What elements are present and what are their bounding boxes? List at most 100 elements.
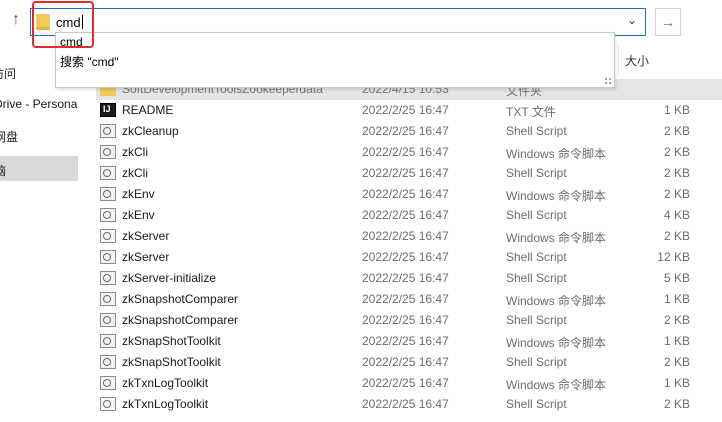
file-date: 2022/2/25 16:47 xyxy=(362,313,449,327)
file-name: zkServer xyxy=(122,250,170,264)
file-name: zkCli xyxy=(122,145,148,159)
file-row[interactable]: zkServer-initialize 2022/2/25 16:47 Shell … xyxy=(96,268,722,289)
file-row[interactable]: zkServer 2022/2/25 16:47 Shell Script 12 KB xyxy=(96,247,722,268)
sidebar-item-label: 网盘 xyxy=(0,130,19,144)
up-arrow-icon[interactable]: ↑ xyxy=(6,10,26,30)
file-name: zkSnapShotToolkit xyxy=(122,334,221,348)
file-date: 2022/2/25 16:47 xyxy=(362,355,449,369)
file-name: zkServer xyxy=(122,229,170,243)
file-name: README xyxy=(122,103,174,117)
column-header-label: 大小 xyxy=(625,54,650,68)
file-date: 2022/2/25 16:47 xyxy=(362,124,449,138)
script-file-icon xyxy=(100,334,116,348)
script-file-icon xyxy=(100,271,116,285)
script-file-icon xyxy=(100,145,116,159)
file-row[interactable]: zkSnapShotToolkit 2022/2/25 16:47 Shell Sc… xyxy=(96,352,722,373)
script-file-icon xyxy=(100,313,116,327)
file-name: zkCleanup xyxy=(122,124,179,138)
sidebar-item-onedrive[interactable]: Drive - Personal xyxy=(0,93,78,115)
script-file-icon xyxy=(100,250,116,264)
column-header-size[interactable]: 大小 xyxy=(618,44,722,74)
file-name: zkCli xyxy=(122,166,148,180)
file-row[interactable]: zkSnapShotToolkit 2022/2/25 16:47 Windows … xyxy=(96,331,722,352)
file-date: 2022/2/25 16:47 xyxy=(362,271,449,285)
script-file-icon xyxy=(100,187,116,201)
file-date: 2022/2/25 16:47 xyxy=(362,208,449,222)
file-type: Shell Script xyxy=(506,166,567,180)
file-size: 2 KB xyxy=(663,187,690,201)
file-date: 2022/2/25 16:47 xyxy=(362,250,449,264)
file-type: Windows 命令脚本 xyxy=(506,231,607,245)
file-date: 2022/2/25 16:47 xyxy=(362,166,449,180)
file-type: Windows 命令脚本 xyxy=(506,147,607,161)
file-size: 1 KB xyxy=(663,376,690,390)
text-caret xyxy=(81,15,83,29)
file-row[interactable]: zkCleanup 2022/2/25 16:47 Shell Script 2 KB xyxy=(96,121,722,142)
file-date: 2022/2/25 16:47 xyxy=(362,334,449,348)
chevron-down-icon[interactable]: ⌄ xyxy=(627,13,637,27)
file-size: 5 KB xyxy=(663,271,690,285)
suggestion-search-item[interactable]: 搜索 "cmd" xyxy=(60,53,119,70)
file-name: zkSnapshotComparer xyxy=(122,292,239,306)
file-type: Shell Script xyxy=(506,124,567,138)
file-name: zkSnapshotComparer xyxy=(122,313,239,327)
file-row[interactable]: zkSnapshotComparer 2022/2/25 16:47 Shell S… xyxy=(96,310,722,331)
sidebar-item-label: 访问 xyxy=(0,67,17,81)
sidebar-item-this-pc[interactable]: 脑 xyxy=(0,156,78,181)
navigation-pane: 访问 Drive - Personal 网盘 脑 xyxy=(0,44,78,422)
txt-file-icon xyxy=(100,103,116,117)
file-row[interactable]: zkEnv 2022/2/25 16:47 Windows 命令脚本 2 KB xyxy=(96,184,722,205)
file-row[interactable]: README 2022/2/25 16:47 TXT 文件 1 KB xyxy=(96,100,722,121)
file-type: Shell Script xyxy=(506,250,567,264)
resize-grip-icon[interactable] xyxy=(604,77,612,85)
file-size: 2 KB xyxy=(663,229,690,243)
file-size: 2 KB xyxy=(663,124,690,138)
autocomplete-dropdown: cmd 搜索 "cmd" xyxy=(55,32,615,88)
file-row[interactable]: zkEnv 2022/2/25 16:47 Shell Script 4 KB xyxy=(96,205,722,226)
file-type: Shell Script xyxy=(506,271,567,285)
file-date: 2022/2/25 16:47 xyxy=(362,292,449,306)
file-row[interactable]: zkTxnLogToolkit 2022/2/25 16:47 Shell Scri… xyxy=(96,394,722,415)
file-size: 2 KB xyxy=(663,355,690,369)
file-size: 2 KB xyxy=(663,397,690,411)
script-file-icon xyxy=(100,166,116,180)
file-name: zkEnv xyxy=(122,187,155,201)
file-date: 2022/2/25 16:47 xyxy=(362,397,449,411)
file-date: 2022/2/25 16:47 xyxy=(362,376,449,390)
file-name: zkSnapShotToolkit xyxy=(122,355,221,369)
file-date: 2022/2/25 16:47 xyxy=(362,187,449,201)
file-size: 1 KB xyxy=(663,292,690,306)
file-date: 2022/2/25 16:47 xyxy=(362,229,449,243)
sidebar-item-label: 脑 xyxy=(0,164,7,178)
file-type: Windows 命令脚本 xyxy=(506,189,607,203)
script-file-icon xyxy=(100,292,116,306)
file-row[interactable]: zkCli 2022/2/25 16:47 Shell Script 2 KB xyxy=(96,163,722,184)
address-input[interactable]: cmd xyxy=(56,15,83,30)
file-size: 4 KB xyxy=(663,208,690,222)
file-name: zkServer-initialize xyxy=(122,271,217,285)
script-file-icon xyxy=(100,376,116,390)
script-file-icon xyxy=(100,208,116,222)
file-row[interactable]: zkServer 2022/2/25 16:47 Windows 命令脚本 2 KB xyxy=(96,226,722,247)
sidebar-item-netdisk[interactable]: 网盘 xyxy=(0,124,78,146)
file-size: 1 KB xyxy=(663,103,690,117)
script-file-icon xyxy=(100,229,116,243)
file-type: Shell Script xyxy=(506,208,567,222)
folder-icon xyxy=(36,14,50,30)
file-type: Windows 命令脚本 xyxy=(506,294,607,308)
file-size: 2 KB xyxy=(663,166,690,180)
file-name: zkTxnLogToolkit xyxy=(122,397,209,411)
script-file-icon xyxy=(100,355,116,369)
address-input-text: cmd xyxy=(56,15,81,30)
file-row[interactable]: zkSnapshotComparer 2022/2/25 16:47 Windows… xyxy=(96,289,722,310)
file-type: Shell Script xyxy=(506,397,567,411)
go-arrow-button[interactable]: → xyxy=(655,8,681,36)
file-row[interactable]: zkCli 2022/2/25 16:47 Windows 命令脚本 2 KB xyxy=(96,142,722,163)
file-row[interactable]: zkTxnLogToolkit 2022/2/25 16:47 Windows 命令… xyxy=(96,373,722,394)
file-name: zkTxnLogToolkit xyxy=(122,376,209,390)
file-size: 1 KB xyxy=(663,334,690,348)
sidebar-item-label: Drive - Personal xyxy=(0,97,78,111)
file-type: Windows 命令脚本 xyxy=(506,378,607,392)
file-size: 2 KB xyxy=(663,313,690,327)
suggestion-item[interactable]: cmd xyxy=(60,35,83,49)
